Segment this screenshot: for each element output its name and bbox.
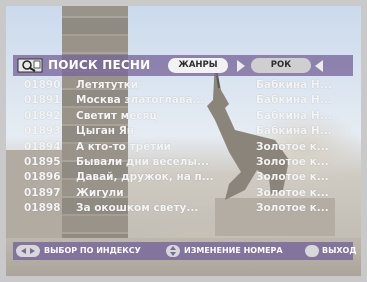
exit-key-icon (305, 245, 319, 257)
song-number: 01895 (24, 155, 61, 168)
list-item[interactable]: 01897 Жигули Золотое к... (13, 186, 353, 201)
song-number: 01894 (24, 140, 61, 153)
song-artist: Золотое к... (256, 140, 329, 153)
list-item[interactable]: 01894 А кто-то третий Золотое к... (13, 140, 353, 155)
exit-hint: ВЫХОД (322, 246, 357, 255)
song-artist: Золотое к... (256, 202, 329, 215)
song-number: 01891 (24, 94, 61, 107)
song-number: 01892 (24, 109, 61, 122)
number-change-hint: ИЗМЕНЕНИЕ НОМЕРА (184, 246, 283, 255)
next-genre-arrow-icon[interactable] (237, 60, 245, 72)
song-number: 01896 (24, 171, 61, 184)
list-item[interactable]: 01895 Бывали дни веселы... Золотое к... (13, 155, 353, 170)
footer-hints: ВЫБОР ПО ИНДЕКСУ ИЗМЕНЕНИЕ НОМЕРА ВЫХОД (13, 242, 357, 260)
left-arrow-icon (21, 248, 26, 254)
list-item[interactable]: 01898 За окошком свету... Золотое к... (13, 201, 353, 216)
up-arrow-icon (170, 246, 176, 250)
song-number: 01893 (24, 125, 61, 138)
song-title: А кто-то третий (76, 140, 172, 153)
index-select-hint: ВЫБОР ПО ИНДЕКСУ (44, 246, 141, 255)
song-title: Летятутки (76, 79, 139, 91)
down-arrow-icon (170, 252, 176, 256)
song-artist: Бабкина Н... (256, 109, 332, 122)
song-artist: Бабкина Н... (256, 94, 332, 107)
page-title: ПОИСК ПЕСНИ (48, 58, 151, 72)
genres-button[interactable]: ЖАНРЫ (168, 58, 228, 73)
list-item[interactable]: 01891 Москва златоглава... Бабкина Н... (13, 93, 353, 108)
song-artist: Золотое к... (256, 155, 329, 168)
search-icon (17, 58, 43, 73)
song-number: 01898 (24, 202, 61, 215)
left-right-keys-icon (16, 245, 40, 257)
up-down-keys-icon (166, 245, 180, 257)
song-title: Москва златоглава... (76, 94, 205, 107)
song-artist: Бабкина Н... (256, 79, 332, 91)
genre-value[interactable]: РОК (251, 58, 311, 73)
song-number: 01890 (24, 79, 61, 91)
song-artist: Золотое к... (256, 186, 329, 199)
song-number: 01897 (24, 186, 61, 199)
song-list: 01890 Летятутки Бабкина Н... 01891 Москва з… (13, 78, 353, 217)
song-artist: Бабкина Н... (256, 125, 332, 138)
song-title: Жигули (76, 186, 124, 199)
list-item[interactable]: 01890 Летятутки Бабкина Н... (13, 78, 353, 93)
right-arrow-icon (30, 248, 35, 254)
list-item[interactable]: 01893 Цыган Ян Бабкина Н... (13, 124, 353, 139)
search-header: ПОИСК ПЕСНИ ЖАНРЫ РОК (13, 55, 353, 76)
list-item[interactable]: 01896 Давай, дружок, на п... Золотое к... (13, 170, 353, 185)
song-title: За окошком свету... (76, 202, 199, 215)
list-item[interactable]: 01892 Светит месяц Бабкина Н... (13, 109, 353, 124)
song-title: Цыган Ян (76, 125, 135, 138)
song-title: Бывали дни веселы... (76, 155, 209, 168)
song-artist: Золотое к... (256, 171, 329, 184)
song-title: Светит месяц (76, 109, 158, 122)
prev-genre-arrow-icon[interactable] (315, 60, 323, 72)
song-title: Давай, дружок, на п... (76, 171, 214, 184)
